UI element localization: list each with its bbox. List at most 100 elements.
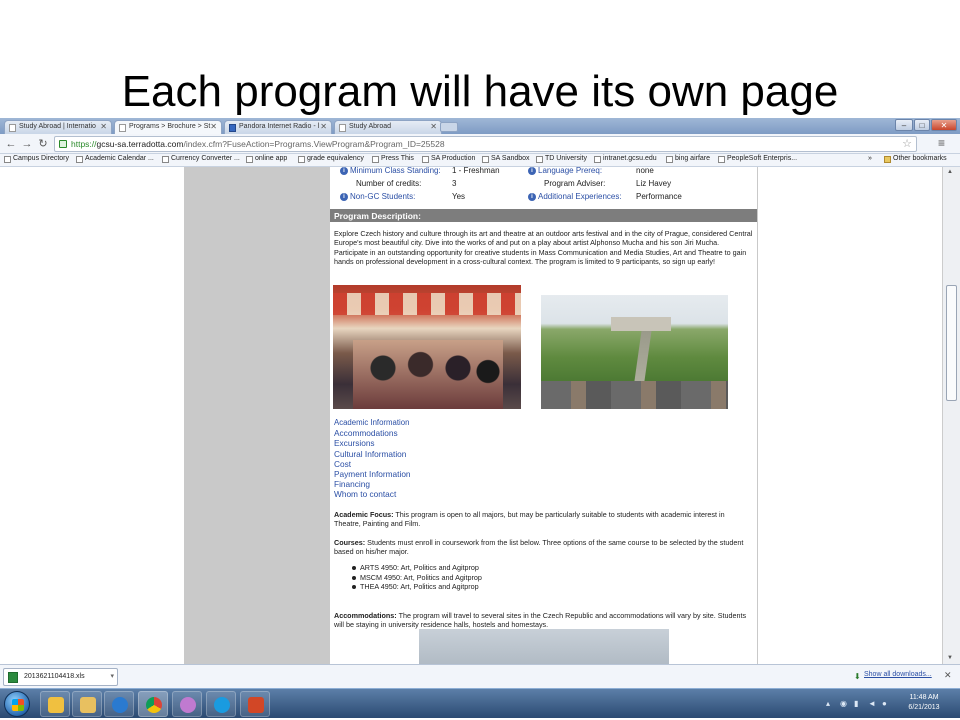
folder-icon — [884, 156, 891, 163]
download-item[interactable]: 2013621104418.xls ▾ — [3, 668, 118, 686]
bookmark-item[interactable]: SA Sandbox — [482, 155, 530, 163]
info-icon[interactable]: i — [340, 167, 348, 175]
bookmark-star-icon[interactable]: ☆ — [902, 137, 912, 150]
close-icon[interactable]: ✕ — [944, 670, 952, 681]
tray-arrow-icon[interactable]: ▴ — [826, 699, 830, 708]
scroll-up-icon[interactable]: ▲ — [947, 169, 953, 175]
page-icon — [119, 124, 126, 132]
other-bookmarks[interactable]: Other bookmarks — [884, 155, 947, 163]
bookmark-item[interactable]: Press This — [372, 155, 414, 163]
clock-time: 11:48 AM — [909, 694, 939, 701]
link-payment-information[interactable]: Payment Information — [334, 469, 411, 479]
volume-icon[interactable]: ◄ — [868, 699, 876, 708]
bookmark-item[interactable]: Currency Converter ... — [162, 155, 240, 163]
ie-icon — [594, 156, 601, 163]
link-cost[interactable]: Cost — [334, 459, 411, 469]
window-close-button[interactable]: ✕ — [931, 119, 957, 131]
info-value: none — [636, 167, 654, 175]
info-label: Program Adviser: — [544, 179, 606, 188]
menu-icon[interactable]: ≡ — [938, 136, 945, 150]
bookmarks-overflow[interactable]: » — [868, 155, 872, 162]
taskbar-explorer[interactable] — [72, 691, 102, 717]
scroll-thumb[interactable] — [946, 285, 957, 401]
show-all-downloads-link[interactable]: Show all downloads... — [864, 671, 932, 678]
address-bar[interactable]: https://gcsu-sa.terradotta.com/index.cfm… — [54, 136, 917, 152]
bookmark-item[interactable]: TD University — [536, 155, 587, 163]
tab-study-abroad[interactable]: Study Abroad ✕ — [334, 120, 442, 134]
info-icon[interactable]: i — [340, 193, 348, 201]
bookmark-item[interactable]: bing airfare — [666, 155, 710, 163]
info-value: Liz Havey — [636, 179, 672, 188]
restaurant-awning — [333, 293, 521, 315]
info-label[interactable]: Additional Experiences: — [538, 192, 622, 201]
bookmark-item[interactable]: Campus Directory — [4, 155, 69, 163]
bookmark-item[interactable]: Academic Calendar ... — [76, 155, 154, 163]
chevron-down-icon[interactable]: ▾ — [110, 672, 114, 680]
close-icon[interactable]: ✕ — [430, 122, 437, 131]
info-label[interactable]: Minimum Class Standing: — [350, 167, 441, 175]
scroll-down-icon[interactable]: ▼ — [947, 655, 953, 661]
forward-arrow-icon[interactable]: → — [20, 137, 34, 151]
info-row: Number of credits: 3 Program Adviser: Li… — [330, 179, 757, 191]
bookmark-item[interactable]: grade equivalency — [298, 155, 364, 163]
tray-icon[interactable]: ◉ — [840, 699, 847, 708]
start-button[interactable] — [4, 691, 30, 717]
tab-study-abroad-international[interactable]: Study Abroad | Internatio ✕ — [4, 120, 112, 134]
taskbar-outlook[interactable] — [40, 691, 70, 717]
network-icon[interactable]: ▮ — [854, 699, 858, 708]
bookmark-item[interactable]: online app — [246, 155, 287, 163]
download-bar: 2013621104418.xls ▾ ⬇ Show all downloads… — [0, 664, 960, 688]
landscape-photo — [541, 295, 728, 409]
download-arrow-icon: ⬇ — [854, 672, 861, 681]
back-arrow-icon[interactable]: ← — [4, 137, 18, 151]
link-whom-to-contact[interactable]: Whom to contact — [334, 489, 411, 499]
taskbar-internet-explorer[interactable] — [104, 691, 134, 717]
tab-pandora[interactable]: Pandora Internet Radio - l ✕ — [224, 120, 332, 134]
maximize-button[interactable]: □ — [914, 119, 930, 131]
taskbar-chrome[interactable] — [138, 691, 168, 717]
vertical-scrollbar[interactable]: ▲ ▼ — [942, 167, 960, 664]
taskbar-skype[interactable] — [206, 691, 236, 717]
reload-icon[interactable]: ↻ — [36, 137, 50, 151]
pandora-icon — [229, 124, 236, 132]
new-tab-button[interactable] — [440, 122, 458, 132]
page-icon — [339, 124, 346, 132]
link-cultural-information[interactable]: Cultural Information — [334, 449, 411, 459]
info-value: 1 - Freshman — [452, 167, 500, 175]
taskbar-app[interactable] — [172, 691, 202, 717]
info-value: Yes — [452, 192, 466, 201]
close-icon[interactable]: ✕ — [320, 122, 327, 131]
bookmark-item[interactable]: intranet.gcsu.edu — [594, 155, 657, 163]
close-icon[interactable]: ✕ — [100, 122, 107, 131]
close-icon[interactable]: ✕ — [210, 122, 217, 131]
tab-programs-brochure[interactable]: Programs > Brochure > St ✕ — [114, 120, 222, 134]
system-clock[interactable]: 11:48 AM 6/21/2013 — [898, 693, 950, 713]
info-label[interactable]: Language Prereq: — [538, 167, 602, 175]
page-icon — [718, 156, 725, 163]
info-icon[interactable]: i — [528, 167, 536, 175]
chrome-icon — [146, 697, 162, 713]
bookmark-icon — [76, 156, 83, 163]
browser-toolbar: ← → ↻ https://gcsu-sa.terradotta.com/ind… — [0, 134, 960, 154]
link-accommodations[interactable]: Accommodations — [334, 428, 411, 438]
bottom-photo — [419, 629, 669, 664]
bookmark-item[interactable]: SA Production — [422, 155, 475, 163]
minimize-button[interactable]: – — [895, 119, 913, 131]
windows-taskbar: ▴ ◉ ▮ ◄ ● 11:48 AM 6/21/2013 — [0, 688, 960, 718]
bookmark-icon — [298, 156, 305, 163]
tab-label: Study Abroad — [349, 123, 392, 130]
bookmark-icon — [162, 156, 169, 163]
powerpoint-icon — [248, 697, 264, 713]
link-academic-information[interactable]: Academic Information — [334, 418, 411, 428]
taskbar-powerpoint[interactable] — [240, 691, 270, 717]
info-icon[interactable]: i — [528, 193, 536, 201]
bookmark-icon — [4, 156, 11, 163]
tab-label: Programs > Brochure > St — [129, 123, 211, 130]
link-financing[interactable]: Financing — [334, 479, 411, 489]
bookmark-item[interactable]: PeopleSoft Enterpris... — [718, 155, 797, 163]
info-label[interactable]: Non-GC Students: — [350, 192, 415, 201]
group-photo — [333, 285, 521, 409]
link-excursions[interactable]: Excursions — [334, 438, 411, 448]
tray-icon[interactable]: ● — [882, 699, 887, 708]
bookmark-icon — [666, 156, 673, 163]
